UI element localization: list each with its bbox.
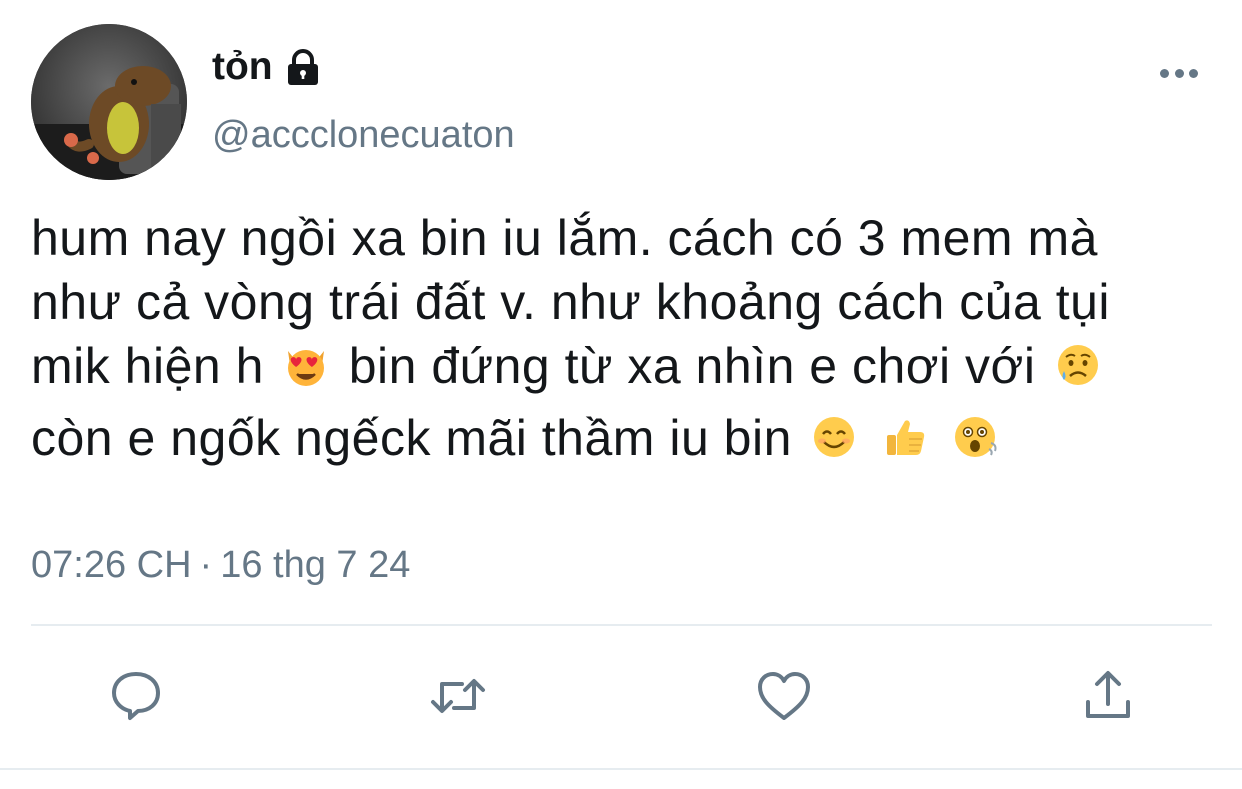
tweet-line-3: mik hiện h bin đứng từ xa nhìn e chơi vớ…: [31, 334, 1236, 398]
tweet-line-3-text-a: mik hiện h: [31, 338, 264, 394]
tweet-detail: tỏn @accclonecuaton hum nay ngồi xa bin …: [0, 0, 1242, 789]
smiling-face-emoji: [810, 413, 858, 461]
more-dot: [1189, 68, 1198, 78]
reply-button[interactable]: [104, 664, 168, 728]
author-handle[interactable]: @accclonecuaton: [212, 112, 515, 158]
author-row: tỏn: [212, 44, 323, 90]
reply-icon: [112, 672, 160, 720]
share-button[interactable]: [1076, 664, 1140, 728]
thumbs-up-emoji: [881, 413, 929, 461]
tweet-timestamp[interactable]: 07:26 CH · 16 thg 7 24: [31, 542, 410, 588]
tweet-line-5-text: còn e ngốk ngếck mãi thầm iu bin: [31, 410, 792, 466]
tweet-line: hum nay ngồi xa bin iu lắm. cách có 3 me…: [31, 210, 1098, 266]
dizzy-face-emoji: [951, 413, 999, 461]
avatar-image: [31, 24, 187, 180]
retweet-button[interactable]: [426, 664, 490, 728]
divider: [0, 768, 1242, 770]
display-name[interactable]: tỏn: [212, 44, 273, 90]
heart-icon: [758, 672, 810, 720]
tweet-time: 07:26 CH: [31, 544, 192, 586]
timestamp-separator: ·: [199, 544, 213, 586]
tweet-line-5: còn e ngốk ngếck mãi thầm iu bin: [31, 406, 1236, 470]
more-icon[interactable]: [1156, 58, 1202, 88]
divider: [31, 624, 1212, 626]
smiling-cat-heart-eyes-emoji: [282, 341, 330, 389]
like-button[interactable]: [752, 664, 816, 728]
tweet-line: như cả vòng trái đất v. như khoảng cách …: [31, 274, 1111, 330]
tweet-text: hum nay ngồi xa bin iu lắm. cách có 3 me…: [31, 206, 1236, 470]
more-dot: [1174, 68, 1184, 78]
more-dot: [1160, 68, 1169, 78]
retweet-icon: [431, 679, 485, 713]
tweet-line-3-text-b: bin đứng từ xa nhìn e chơi với: [348, 338, 1036, 394]
avatar[interactable]: [31, 24, 187, 180]
share-icon: [1086, 671, 1130, 718]
tweet-date: 16 thg 7 24: [220, 544, 411, 586]
sad-but-relieved-face-emoji: [1054, 341, 1102, 389]
lock-icon: [287, 49, 318, 85]
